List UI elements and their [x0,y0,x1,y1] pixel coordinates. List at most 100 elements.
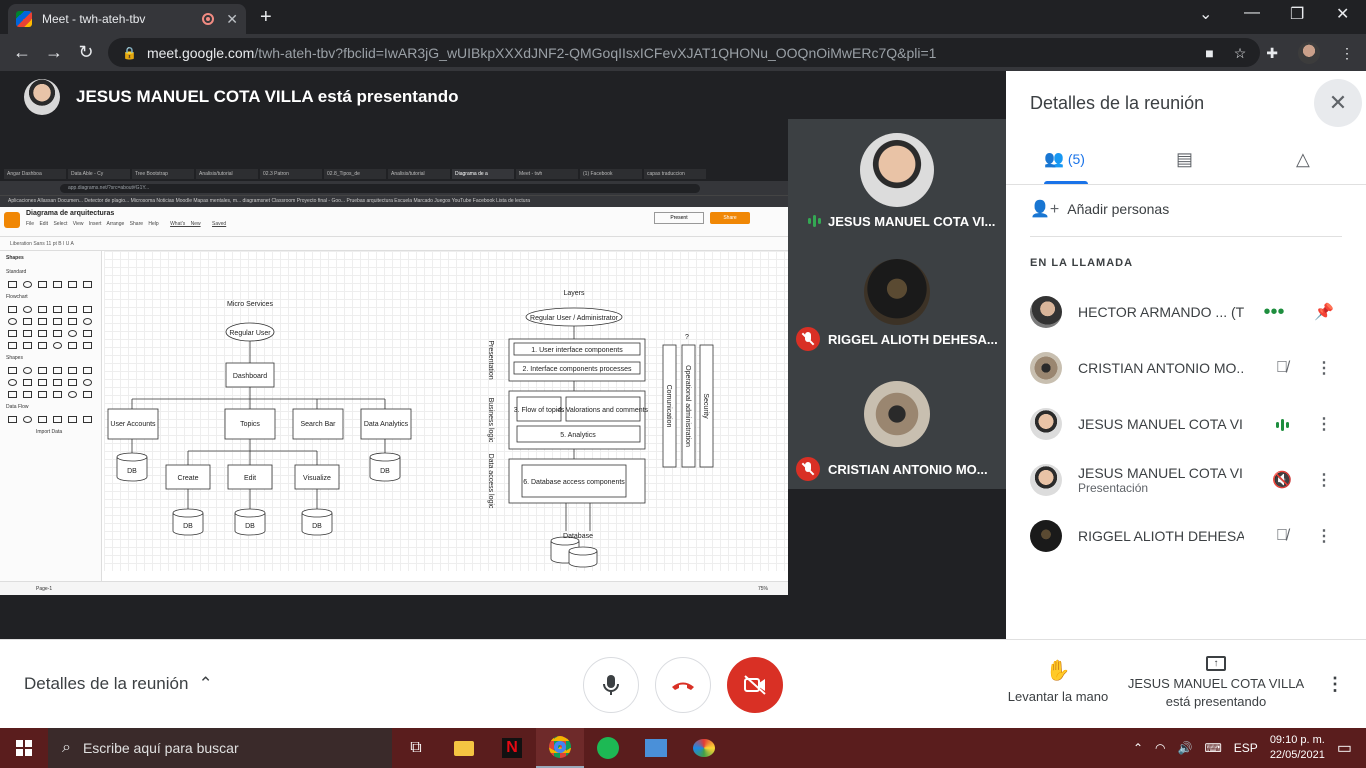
mic-off-icon: 🎙̸ [1276,527,1288,544]
address-bar[interactable]: 🔒 meet.google.com /twh-ateh-tbv?fbclid=I… [108,38,1260,67]
more-dots-icon: ••• [1263,300,1285,323]
shared-browser-tab: 02.3 Patron [260,169,322,179]
shape-palette-item [8,379,17,386]
browser-menu-icon[interactable]: ⋮ [1340,45,1354,62]
pin-icon[interactable]: 📌 [1312,302,1336,322]
keyboard-icon[interactable]: ⌨ [1204,741,1221,755]
restore-button[interactable]: ❐ [1290,4,1304,24]
paint-icon[interactable] [680,728,728,768]
more-options-icon[interactable]: ⋮ [1312,358,1336,378]
zoom-level: 75% [757,586,768,592]
chevron-up-icon[interactable]: ⌃ [1133,741,1143,755]
participant-avatar [864,259,930,325]
task-view-icon[interactable]: ⧉ [392,728,440,768]
participant-row[interactable]: JESUS MANUEL COTA VI... Presentación 🔇 ⋮ [1030,452,1342,508]
browser-tab-title: Meet - twh-ateh-tbv [42,12,146,26]
browser-tab-meet[interactable]: Meet - twh-ateh-tbv ✕ [8,4,246,34]
tab-chat[interactable]: ▤ [1176,149,1193,170]
speaking-icon [796,209,821,233]
reload-icon[interactable]: ↻ [70,42,102,63]
tab-people[interactable]: 👥 (5) [1044,149,1085,169]
participant-name: RIGGEL ALIOTH DEHESA... [828,332,998,347]
shape-palette-item [38,330,47,337]
analytics-label: 5. Analytics [560,432,596,439]
shapes-section-flowchart: Flowchart [6,294,28,300]
participant-row[interactable]: RIGGEL ALIOTH DEHESA... 🎙̸ ⋮ [1030,508,1342,564]
participant-tile[interactable]: CRISTIAN ANTONIO MO... [788,359,1006,489]
netflix-icon[interactable]: N [488,728,536,768]
mic-off-icon [796,327,820,351]
more-options-icon[interactable]: ⋮ [1326,674,1344,695]
tab-search-icon[interactable]: ⌄ [1199,4,1212,24]
system-tray: ⌃ ◠ 🔊 ⌨ ESP 09:10 p. m. 22/05/2021 ▭ [1133,728,1366,768]
close-panel-button[interactable]: ✕ [1314,79,1362,127]
shape-palette-item [68,318,77,325]
avatar [1030,520,1062,552]
url-path: /twh-ateh-tbv?fbclid=IwAR3jG_wUIBkpXXXdJ… [254,44,937,61]
more-options-icon[interactable]: ⋮ [1312,526,1336,546]
more-options-icon[interactable]: ⋮ [1312,470,1336,490]
meeting-details-button[interactable]: Detalles de la reunión ⌃ [24,674,213,694]
shapes-panel-title: Shapes [6,255,24,261]
shapes-grid-standard [0,279,101,290]
avatar [1030,352,1062,384]
participant-tile[interactable]: RIGGEL ALIOTH DEHESA... [788,241,1006,359]
meet-favicon-icon [16,11,32,27]
shape-palette-item [38,367,47,374]
shared-browser-tab: Analisis/tutorial [196,169,258,179]
add-people-button[interactable]: 👤+ Añadir personas [1030,199,1169,219]
bookmark-star-icon[interactable]: ☆ [1234,45,1247,62]
mic-button[interactable] [583,657,639,713]
new-tab-button[interactable]: + [260,6,272,29]
start-button[interactable] [0,728,48,768]
raise-hand-button[interactable]: ✋ Levantar la mano [1000,658,1116,704]
more-options-icon[interactable]: ⋮ [1312,414,1336,434]
db-label: DB [245,523,255,530]
shape-palette-item [68,342,77,349]
shape-palette-item [8,391,17,398]
create-label: Create [177,475,198,482]
wifi-icon[interactable]: ◠ [1155,741,1165,755]
shapes-grid-shapes [0,365,101,400]
participant-row[interactable]: CRISTIAN ANTONIO MO... 🎙̸ ⋮ [1030,340,1342,396]
participant-tile[interactable]: JESUS MANUEL COTA VI... [788,119,1006,241]
spotify-icon[interactable] [584,728,632,768]
notifications-icon[interactable]: ▭ [1337,738,1352,758]
shape-palette-item [68,306,77,313]
presenting-button[interactable]: ↑ JESUS MANUEL COTA VILLA está presentan… [1120,653,1312,711]
shared-browser-tab: Diagrama de a [452,169,514,179]
profile-avatar[interactable] [1298,42,1320,64]
photos-icon[interactable] [632,728,680,768]
close-window-button[interactable]: ✕ [1336,4,1349,24]
tab-activities[interactable]: △ [1296,149,1310,170]
db-label: DB [380,468,390,475]
shapes-section-standard: Standard [6,269,27,275]
extensions-icon[interactable]: ✚ [1266,45,1278,62]
presenting-line2: está presentando [1165,694,1267,709]
presentation-label: Presentation [487,340,494,379]
shape-palette-item [8,342,17,349]
camera-button[interactable] [727,657,783,713]
file-explorer-icon[interactable] [440,728,488,768]
participant-row[interactable]: JESUS MANUEL COTA VI... ⋮ [1030,396,1342,452]
clock[interactable]: 09:10 p. m. 22/05/2021 [1270,733,1325,763]
forward-icon[interactable]: → [38,42,70,63]
volume-icon[interactable]: 🔊 [1178,741,1193,755]
mic-off-icon [796,457,820,481]
camera-icon[interactable]: ■ [1205,45,1213,61]
chrome-icon[interactable] [536,728,584,768]
shared-address-bar: app.diagrams.net/?src=about#G1Y... [0,181,788,195]
leave-call-button[interactable] [655,657,711,713]
windows-logo-icon [16,740,32,756]
close-tab-icon[interactable]: ✕ [226,11,238,28]
chat-icon: ▤ [1176,149,1194,169]
lock-icon: 🔒 [122,45,137,60]
language-indicator[interactable]: ESP [1234,741,1258,755]
back-icon[interactable]: ← [6,42,38,63]
recording-indicator-icon [202,13,215,25]
minimize-button[interactable]: — [1244,4,1260,22]
db-cylinder [568,546,598,568]
active-tab-indicator [1044,181,1088,184]
participant-row[interactable]: HECTOR ARMANDO ... (Tú) ••• 📌 [1030,284,1342,340]
taskbar-search[interactable]: ⌕ Escribe aquí para buscar [48,728,392,768]
